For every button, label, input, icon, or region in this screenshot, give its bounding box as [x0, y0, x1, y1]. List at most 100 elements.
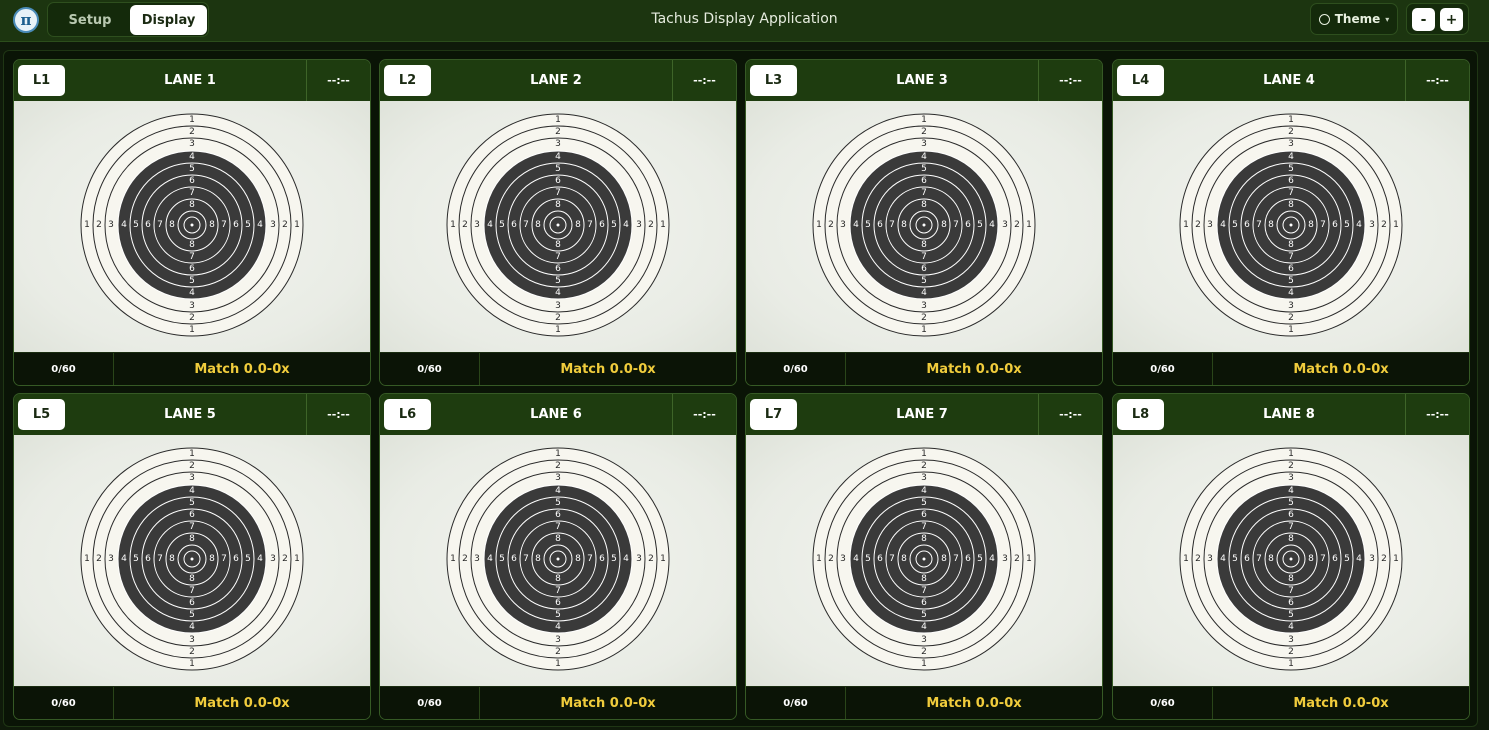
ring-number: 6: [1332, 220, 1338, 230]
match-score: Match 0.0-0x: [194, 362, 290, 377]
ring-number: 3: [921, 635, 927, 645]
ring-number: 3: [1288, 635, 1294, 645]
ring-number: 6: [189, 598, 195, 608]
ring-number: 6: [555, 510, 561, 520]
ring-number: 5: [133, 554, 139, 564]
ring-number: 4: [921, 288, 927, 298]
lane-badge[interactable]: L1: [18, 65, 65, 96]
lane-title: LANE 1: [164, 73, 216, 88]
ring-number: 5: [189, 498, 195, 508]
ring-number: 5: [611, 220, 617, 230]
ring-number: 7: [189, 586, 195, 596]
ring-number: 2: [189, 647, 195, 657]
lane-card-7[interactable]: L7 LANE 7 --:-- 111122223333444455556666…: [745, 393, 1103, 720]
ring-number: 8: [575, 220, 581, 230]
ring-number: 6: [965, 220, 971, 230]
ring-number: 4: [257, 220, 263, 230]
ring-number: 3: [474, 220, 480, 230]
lane-card-3[interactable]: L3 LANE 3 --:-- 111122223333444455556666…: [745, 59, 1103, 386]
ring-number: 3: [189, 301, 195, 311]
ring-number: 4: [555, 486, 561, 496]
ring-number: 4: [623, 554, 629, 564]
ring-number: 6: [1288, 598, 1294, 608]
lane-badge[interactable]: L2: [384, 65, 431, 96]
theme-button[interactable]: Theme ▾: [1310, 3, 1398, 35]
lane-badge[interactable]: L6: [384, 399, 431, 430]
ring-number: 3: [921, 301, 927, 311]
lane-card-1[interactable]: L1 LANE 1 --:-- 111122223333444455556666…: [13, 59, 371, 386]
lane-timer: --:--: [1038, 60, 1102, 101]
ring-number: 7: [1288, 586, 1294, 596]
ring-number: 1: [1183, 554, 1189, 564]
shot-count: 0/60: [380, 687, 480, 719]
ring-number: 1: [555, 325, 561, 335]
zoom-in-button[interactable]: +: [1440, 8, 1463, 31]
target-center-dot: [190, 557, 194, 561]
lane-timer: --:--: [672, 60, 736, 101]
target-area: 11112222333344445555666677778888: [1113, 435, 1469, 686]
tab-setup[interactable]: Setup: [52, 5, 128, 35]
ring-number: 5: [921, 610, 927, 620]
lane-badge[interactable]: L5: [18, 399, 65, 430]
ring-number: 5: [555, 610, 561, 620]
ring-number: 7: [555, 522, 561, 532]
ring-number: 3: [270, 220, 276, 230]
ring-number: 2: [189, 461, 195, 471]
lane-card-2[interactable]: L2 LANE 2 --:-- 111122223333444455556666…: [379, 59, 737, 386]
ring-number: 4: [1288, 622, 1294, 632]
shot-count: 0/60: [1113, 353, 1213, 385]
ring-number: 7: [1320, 554, 1326, 564]
ring-number: 6: [233, 554, 239, 564]
ring-number: 4: [1288, 486, 1294, 496]
lane-card-6[interactable]: L6 LANE 6 --:-- 111122223333444455556666…: [379, 393, 737, 720]
ring-number: 2: [189, 313, 195, 323]
ring-number: 1: [1288, 659, 1294, 669]
pi-logo-icon: π: [13, 7, 39, 33]
ring-number: 6: [145, 220, 151, 230]
ring-number: 8: [209, 554, 215, 564]
zoom-out-button[interactable]: -: [1412, 8, 1435, 31]
target-center-dot: [922, 557, 926, 561]
ring-number: 4: [921, 152, 927, 162]
tab-display[interactable]: Display: [130, 5, 207, 35]
ring-number: 3: [1002, 554, 1008, 564]
ring-number: 5: [1288, 276, 1294, 286]
ring-number: 7: [587, 220, 593, 230]
target-center-dot: [556, 223, 560, 227]
ring-number: 7: [523, 220, 529, 230]
lane-footer: 0/60 Match 0.0-0x: [14, 686, 370, 719]
ring-number: 5: [1232, 220, 1238, 230]
ring-number: 1: [189, 659, 195, 669]
ring-number: 7: [1288, 252, 1294, 262]
lane-card-5[interactable]: L5 LANE 5 --:-- 111122223333444455556666…: [13, 393, 371, 720]
ring-number: 8: [535, 554, 541, 564]
lane-title: LANE 7: [896, 407, 948, 422]
ring-number: 1: [294, 220, 300, 230]
ring-number: 4: [1220, 554, 1226, 564]
ring-number: 1: [1026, 554, 1032, 564]
ring-number: 1: [1288, 115, 1294, 125]
ring-number: 2: [1288, 127, 1294, 137]
ring-number: 3: [1288, 139, 1294, 149]
lane-card-8[interactable]: L8 LANE 8 --:-- 111122223333444455556666…: [1112, 393, 1470, 720]
lane-badge[interactable]: L8: [1117, 399, 1164, 430]
lane-timer: --:--: [306, 394, 370, 435]
ring-number: 1: [921, 115, 927, 125]
ring-number: 5: [189, 164, 195, 174]
lane-badge[interactable]: L3: [750, 65, 797, 96]
ring-number: 3: [189, 473, 195, 483]
ring-number: 3: [555, 473, 561, 483]
ring-number: 4: [121, 554, 127, 564]
ring-number: 4: [1356, 554, 1362, 564]
lane-card-4[interactable]: L4 LANE 4 --:-- 111122223333444455556666…: [1112, 59, 1470, 386]
lane-badge[interactable]: L4: [1117, 65, 1164, 96]
ring-number: 5: [977, 554, 983, 564]
ring-number: 1: [189, 449, 195, 459]
ring-number: 5: [499, 220, 505, 230]
ring-number: 3: [1369, 554, 1375, 564]
lane-header: L3 LANE 3 --:--: [746, 60, 1102, 101]
target-center-dot: [922, 223, 926, 227]
ring-number: 1: [189, 115, 195, 125]
ring-number: 5: [1344, 554, 1350, 564]
lane-badge[interactable]: L7: [750, 399, 797, 430]
